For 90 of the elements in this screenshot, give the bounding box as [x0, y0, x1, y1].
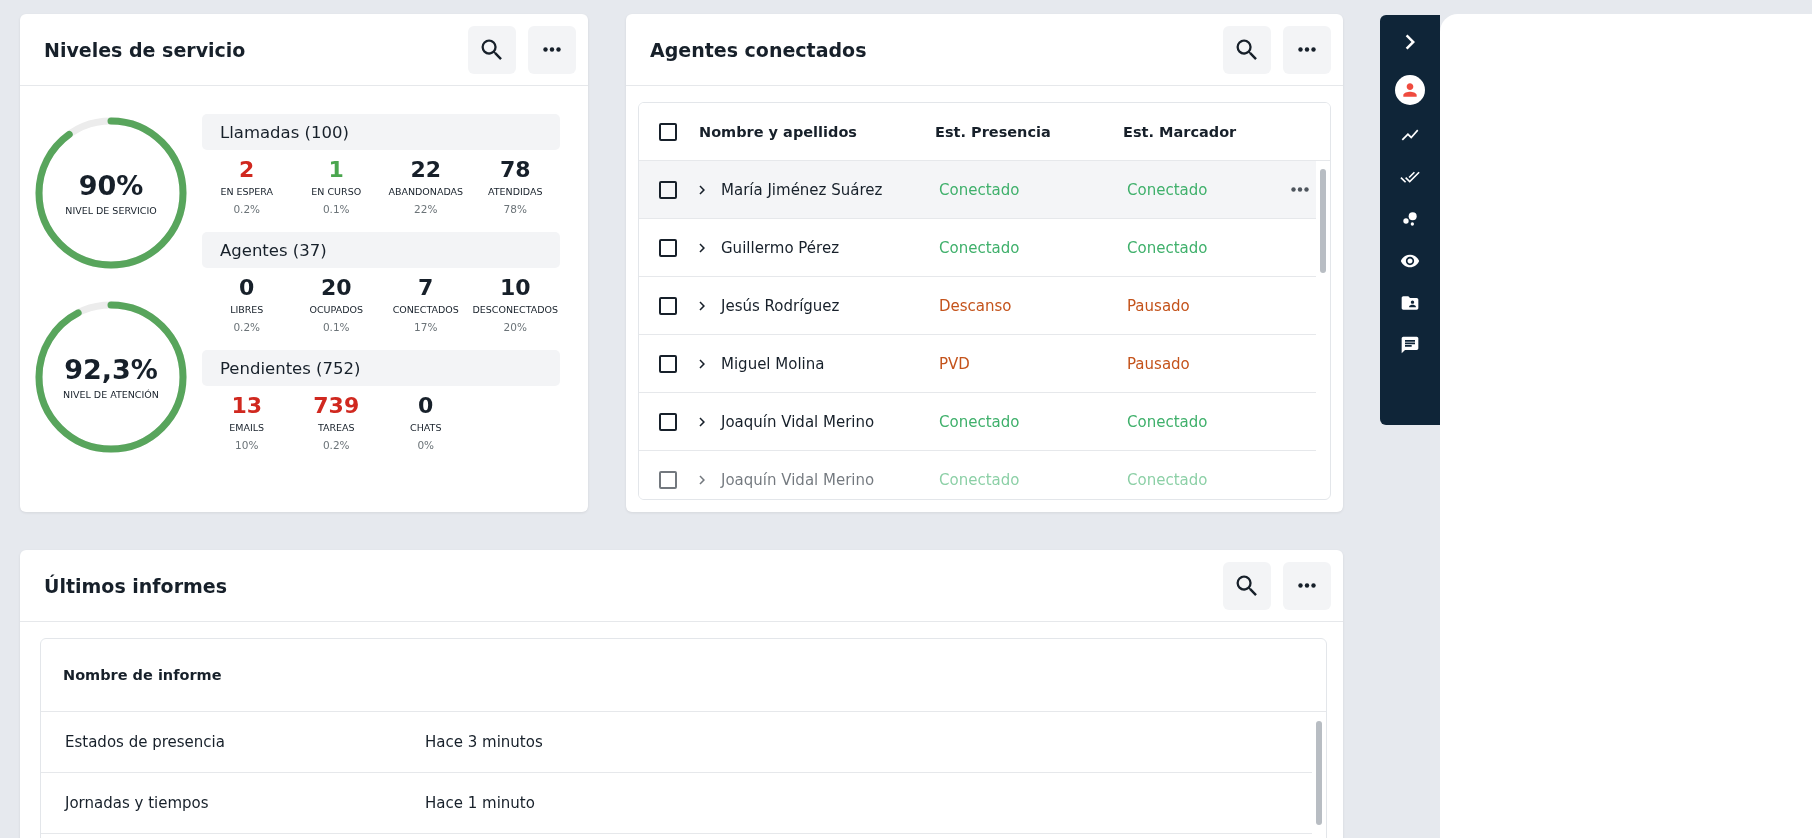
agent-name: María Jiménez Suárez — [721, 180, 884, 199]
group-title: Pendientes (752) — [202, 350, 560, 386]
group-title: Llamadas (100) — [202, 114, 560, 150]
stat-label: CHATS — [410, 422, 442, 433]
more-icon — [543, 47, 561, 52]
column-header: Est. Marcador — [1123, 123, 1238, 140]
stat-value: 20 — [320, 274, 352, 302]
sidebar-button[interactable] — [1395, 75, 1425, 105]
stat-label: LIBRES — [230, 304, 264, 315]
stat-label: CONECTADOS — [392, 304, 459, 315]
more-button[interactable] — [1283, 25, 1331, 74]
more-button[interactable] — [528, 25, 576, 74]
stat-percent: 22% — [414, 203, 438, 215]
checkbox[interactable] — [659, 180, 677, 199]
more-icon — [1298, 583, 1316, 588]
checkbox[interactable] — [659, 122, 677, 141]
stat-value: 1 — [328, 156, 344, 184]
more-icon — [1291, 187, 1309, 192]
group-title: Agentes (37) — [202, 232, 560, 268]
agent-name: Joaquín Vidal Merino — [721, 470, 876, 489]
stat-label: EN CURSO — [311, 186, 362, 197]
stat-value: 7 — [418, 274, 434, 302]
stat-percent: 0.1% — [322, 321, 350, 333]
presence-status: Conectado — [939, 470, 1021, 489]
stat-label: EMAILS — [229, 422, 265, 433]
agent-name: Miguel Molina — [721, 354, 826, 373]
checkbox[interactable] — [659, 354, 677, 373]
folder-person-icon — [1400, 293, 1420, 313]
card-title: Agentes conectados — [650, 38, 868, 61]
stat-percent: 0.2% — [322, 439, 350, 451]
stat-value: 22 — [410, 156, 442, 184]
stat-percent: 0.1% — [322, 203, 350, 215]
presence-status: PVD — [939, 354, 971, 373]
more-button[interactable] — [1283, 561, 1331, 610]
stat-label: DESCONECTADOS — [472, 304, 559, 315]
stat-label: EN ESPERA — [220, 186, 274, 197]
bubbles-icon — [1400, 209, 1420, 229]
stat-value: 2 — [239, 156, 255, 184]
stat-value: 739 — [313, 392, 360, 420]
stat-value: 13 — [231, 392, 263, 420]
report-time: Hace 1 minuto — [425, 794, 536, 812]
checkbox[interactable] — [659, 296, 677, 315]
card-title: Últimos informes — [44, 574, 229, 597]
presence-status: Conectado — [939, 180, 1021, 199]
dialer-status: Pausado — [1127, 296, 1191, 315]
presence-status: Conectado — [939, 412, 1021, 431]
stat-label: ABANDONADAS — [388, 186, 464, 197]
search-button[interactable] — [1223, 561, 1271, 610]
stat-percent: 10% — [235, 439, 259, 451]
search-button[interactable] — [468, 25, 516, 74]
stat-value: 78 — [499, 156, 531, 184]
dialer-status: Conectado — [1127, 412, 1209, 431]
stat-label: TAREAS — [317, 422, 355, 433]
dialer-status: Pausado — [1127, 354, 1191, 373]
gauge-value: 92,3% — [64, 354, 158, 385]
agent-name: Guillermo Pérez — [721, 238, 840, 257]
report-name: Estados de presencia — [65, 733, 226, 751]
agent-name: Joaquín Vidal Merino — [721, 412, 876, 431]
search-button[interactable] — [1223, 25, 1271, 74]
stat-percent: 0.2% — [233, 203, 261, 215]
column-header: Nombre y apellidos — [699, 123, 858, 140]
presence-status: Conectado — [939, 238, 1021, 257]
stat-percent: 20% — [503, 321, 527, 333]
stat-value: 10 — [499, 274, 531, 302]
dialer-status: Conectado — [1127, 238, 1209, 257]
presence-status: Descanso — [939, 296, 1013, 315]
card-title: Niveles de servicio — [44, 38, 247, 61]
gauge-label: NIVEL DE ATENCIÓN — [63, 389, 159, 400]
checkbox[interactable] — [659, 470, 677, 489]
gauge-value: 90% — [78, 170, 144, 201]
column-header: Nombre de informe — [63, 667, 223, 683]
stat-percent: 0.2% — [233, 321, 261, 333]
agent-name: Jesús Rodríguez — [721, 296, 841, 315]
stat-value: 0 — [239, 274, 255, 302]
stat-label: ATENDIDAS — [488, 186, 543, 197]
column-header: Est. Presencia — [935, 123, 1052, 140]
report-name: Jornadas y tiempos — [65, 794, 210, 812]
stat-value: 0 — [418, 392, 434, 420]
stat-percent: 78% — [503, 203, 527, 215]
chat-icon — [1400, 335, 1420, 355]
stat-percent: 17% — [414, 321, 438, 333]
checkbox[interactable] — [659, 412, 677, 431]
dialer-status: Conectado — [1127, 180, 1209, 199]
more-icon — [1298, 47, 1316, 52]
checkbox[interactable] — [659, 238, 677, 257]
stat-label: OCUPADOS — [309, 304, 363, 315]
stat-percent: 0% — [417, 439, 435, 451]
gauge-label: NIVEL DE SERVICIO — [65, 205, 157, 216]
dialer-status: Conectado — [1127, 470, 1209, 489]
report-time: Hace 3 minutos — [425, 733, 544, 751]
